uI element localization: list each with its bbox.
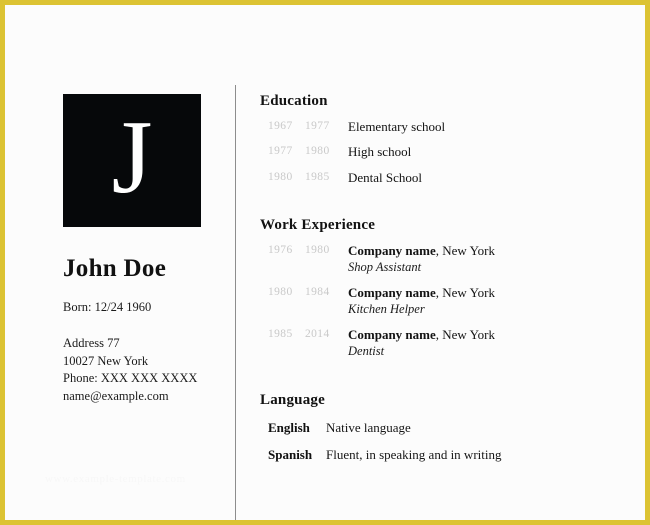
work-entry: 1976 1980 Company name, New York Shop As… <box>260 243 637 276</box>
resume-sheet: J John Doe Born: 12/24 1960 Address 77 1… <box>5 5 645 520</box>
language-row: English Native language <box>260 420 637 436</box>
entry-year-start: 1980 <box>268 170 293 183</box>
company-name: Company name <box>348 326 436 342</box>
entry-year-end: 1980 <box>305 145 330 158</box>
entry-year-end: 1980 <box>305 243 330 256</box>
job-title: Dentist <box>348 343 385 358</box>
language-row: Spanish Fluent, in speaking and in writi… <box>260 447 637 463</box>
company-location: , New York <box>435 326 495 342</box>
work-entry-body: Company name, New York Shop Assistant <box>348 243 637 276</box>
email-address: name@example.com <box>63 389 169 403</box>
company-name: Company name <box>348 284 436 300</box>
contact-block: Address 77 10027 New York Phone: XXX XXX… <box>63 335 223 406</box>
address-line-2: 10027 New York <box>63 353 149 368</box>
language-name: Spanish <box>268 447 313 463</box>
column-divider <box>235 85 236 520</box>
section-title-work-experience: Work Experience <box>260 216 376 233</box>
company-location: , New York <box>435 284 495 300</box>
work-entry-body: Company name, New York Kitchen Helper <box>348 285 637 318</box>
entry-year-end: 1984 <box>305 285 330 298</box>
birth-date: Born: 12/24 1960 <box>63 299 152 314</box>
profile-photo: J <box>63 94 201 227</box>
language-level: Fluent, in speaking and in writing <box>326 447 502 463</box>
education-name: High school <box>348 144 412 160</box>
entry-year-end: 1985 <box>305 170 330 183</box>
entry-year-start: 1985 <box>268 327 293 340</box>
section-work-experience: Work Experience 1976 1980 Company name, … <box>260 217 637 360</box>
entry-year-end: 1977 <box>305 120 330 132</box>
language-name: English <box>268 420 310 436</box>
entry-year-start: 1977 <box>268 145 293 158</box>
work-entry: 1980 1984 Company name, New York Kitchen… <box>260 285 637 318</box>
page-title: John Doe <box>63 255 167 282</box>
entry-year-start: 1980 <box>268 285 293 298</box>
company-name: Company name <box>348 242 436 258</box>
education-entry: 1967 1977 Elementary school <box>260 119 637 135</box>
section-title-language: Language <box>260 392 325 409</box>
entry-year-end: 2014 <box>305 327 330 340</box>
job-title: Kitchen Helper <box>348 301 425 316</box>
personal-column: J John Doe Born: 12/24 1960 Address 77 1… <box>63 94 223 406</box>
watermark: www.example-template.com <box>45 473 186 485</box>
address-line-1: Address 77 <box>63 335 120 350</box>
education-entry: 1980 1985 Dental School <box>260 170 637 186</box>
section-education: Education 1967 1977 Elementary school 19… <box>260 93 637 186</box>
work-entry-body: Company name, New York Dentist <box>348 327 637 360</box>
entry-year-start: 1976 <box>268 243 293 256</box>
education-name: Dental School <box>348 169 423 185</box>
language-level: Native language <box>326 420 411 436</box>
education-entry: 1977 1980 High school <box>260 144 637 160</box>
content-column: Education 1967 1977 Elementary school 19… <box>260 93 637 463</box>
resume-page: J John Doe Born: 12/24 1960 Address 77 1… <box>0 0 650 525</box>
section-title-education: Education <box>260 93 328 109</box>
education-name: Elementary school <box>348 119 446 134</box>
profile-initial: J <box>111 98 153 215</box>
section-language: Language English Native language Spanish… <box>260 392 637 463</box>
company-location: , New York <box>435 242 495 258</box>
phone-number: Phone: XXX XXX XXXX <box>63 371 198 386</box>
entry-year-start: 1967 <box>268 120 293 132</box>
work-entry: 1985 2014 Company name, New York Dentist <box>260 327 637 360</box>
job-title: Shop Assistant <box>348 260 422 274</box>
